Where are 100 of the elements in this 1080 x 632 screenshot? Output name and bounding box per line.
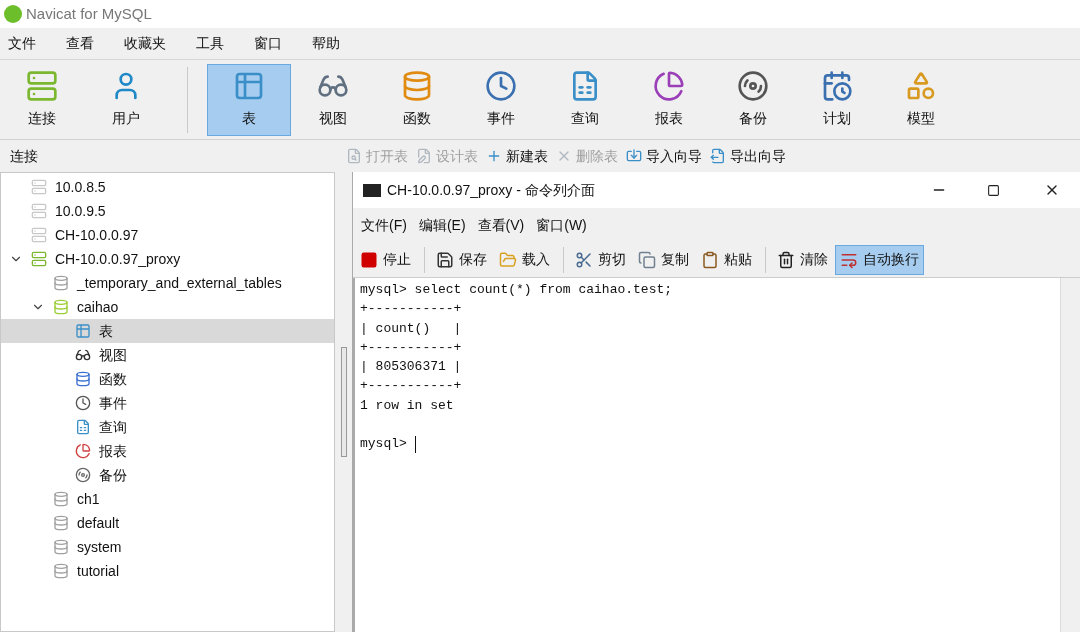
console-title: CH-10.0.0.97_proxy - 命令列介面 bbox=[387, 180, 596, 200]
menu-item[interactable]: 收藏夹 bbox=[116, 33, 174, 54]
server-icon bbox=[31, 203, 47, 219]
database-open-icon bbox=[53, 299, 69, 315]
tree-item-label: ch1 bbox=[77, 489, 100, 509]
maximize-icon[interactable] bbox=[987, 183, 1000, 197]
menu-item[interactable]: 编辑(E) bbox=[414, 214, 470, 236]
toolbar-button[interactable]: 表 bbox=[207, 63, 291, 136]
calendar-clock-icon bbox=[821, 70, 853, 102]
toolbar-button[interactable]: 视图 bbox=[291, 63, 375, 136]
action-button[interactable]: 导入向导 bbox=[626, 145, 702, 167]
tree-item[interactable]: CH-10.0.0.97 bbox=[1, 223, 334, 247]
database-icon bbox=[53, 515, 69, 531]
terminal-icon bbox=[363, 183, 381, 197]
pie-chart-icon bbox=[653, 70, 685, 102]
backup-icon bbox=[75, 467, 91, 483]
toolbar-button[interactable]: 查询 bbox=[543, 63, 627, 136]
console-line: +-----------+ bbox=[360, 338, 462, 357]
server-icon bbox=[31, 227, 47, 243]
report-icon bbox=[75, 443, 91, 459]
action-button[interactable]: 导出向导 bbox=[710, 145, 786, 167]
tree-item[interactable]: 备份 bbox=[1, 463, 334, 487]
plus-icon bbox=[486, 148, 502, 164]
toolbar-button[interactable]: 报表 bbox=[627, 63, 711, 136]
console-toolbar-button[interactable]: 自动换行 bbox=[835, 244, 924, 275]
save-icon bbox=[436, 250, 454, 269]
cut-icon bbox=[575, 250, 593, 269]
console-line: +-----------+ bbox=[360, 377, 462, 396]
tree-item[interactable]: tutorial bbox=[1, 559, 334, 583]
toolbar-button[interactable]: 函数 bbox=[375, 63, 459, 136]
tree-item-label: 10.0.8.5 bbox=[55, 177, 106, 197]
tree-item-label: 报表 bbox=[99, 441, 127, 461]
menu-item[interactable]: 窗口 bbox=[246, 33, 290, 54]
toolbar-button[interactable]: 用户 bbox=[84, 63, 168, 136]
database-icon bbox=[53, 563, 69, 579]
tree-item-label: 表 bbox=[99, 321, 113, 341]
console-line: 1 row in set bbox=[360, 396, 454, 415]
clock-icon bbox=[485, 70, 517, 102]
menu-item[interactable]: 文件(F) bbox=[357, 214, 411, 236]
menu-item[interactable]: 窗口(W) bbox=[532, 214, 591, 236]
tree-item-label: _temporary_and_external_tables bbox=[77, 273, 282, 293]
tree-item[interactable]: _temporary_and_external_tables bbox=[1, 271, 334, 295]
tree-item-label: 查询 bbox=[99, 417, 127, 437]
text-cursor bbox=[414, 435, 416, 453]
tree-item[interactable]: 10.0.8.5 bbox=[1, 175, 334, 199]
menu-item[interactable]: 文件 bbox=[0, 33, 44, 54]
console-line: mysql> select count(*) from caihao.test; bbox=[360, 280, 673, 299]
tree-item-label: 备份 bbox=[99, 465, 127, 485]
console-toolbar-button[interactable]: 载入 bbox=[494, 244, 555, 275]
shapes-icon bbox=[905, 70, 937, 102]
console-toolbar-button[interactable]: 粘贴 bbox=[696, 244, 757, 275]
tree-item[interactable]: ch1 bbox=[1, 487, 334, 511]
event-icon bbox=[75, 395, 91, 411]
console-toolbar-button[interactable]: 复制 bbox=[633, 244, 694, 275]
clipboard-icon bbox=[701, 250, 719, 269]
tree-item[interactable]: 报表 bbox=[1, 439, 334, 463]
console-toolbar-button[interactable]: 剪切 bbox=[570, 244, 631, 275]
action-button[interactable]: 新建表 bbox=[486, 145, 548, 167]
tree-item[interactable]: 查询 bbox=[1, 415, 334, 439]
menu-item[interactable]: 工具 bbox=[188, 33, 232, 54]
toolbar-button[interactable]: 模型 bbox=[879, 63, 963, 136]
disc-icon bbox=[737, 70, 769, 102]
tree-item-label: 函数 bbox=[99, 369, 127, 389]
tree-item-label: tutorial bbox=[77, 561, 120, 581]
tree-item-label: default bbox=[77, 513, 120, 533]
tree-item[interactable]: 视图 bbox=[1, 343, 334, 367]
tree-item[interactable]: system bbox=[1, 535, 334, 559]
tree-item[interactable]: 函数 bbox=[1, 367, 334, 391]
database-icon bbox=[53, 275, 69, 291]
window-title: Navicat for MySQL bbox=[26, 3, 152, 24]
database-icon bbox=[401, 70, 433, 102]
file-pen-icon bbox=[416, 148, 432, 164]
table-icon bbox=[233, 70, 265, 102]
console-line: | 805306371 | bbox=[360, 358, 462, 377]
menu-item[interactable]: 查看 bbox=[58, 33, 102, 54]
menu-item[interactable]: 查看(V) bbox=[473, 214, 529, 236]
tree-item[interactable]: default bbox=[1, 511, 334, 535]
tree-item[interactable]: caihao bbox=[1, 295, 334, 319]
tree-item[interactable]: CH-10.0.0.97_proxy bbox=[1, 247, 334, 271]
splitter-handle[interactable] bbox=[340, 347, 347, 457]
copy-icon bbox=[638, 250, 656, 269]
toolbar-button[interactable]: 事件 bbox=[459, 63, 543, 136]
folder-icon bbox=[499, 250, 517, 269]
table-icon bbox=[75, 323, 91, 339]
toolbar-button[interactable]: 备份 bbox=[711, 63, 795, 136]
tree-item[interactable]: 表 bbox=[1, 319, 334, 343]
tree-item-label: CH-10.0.0.97_proxy bbox=[55, 249, 181, 269]
trash-icon bbox=[777, 250, 795, 269]
app-logo-icon bbox=[4, 5, 22, 23]
tree-item[interactable]: 事件 bbox=[1, 391, 334, 415]
console-toolbar-button[interactable]: 停止 bbox=[355, 244, 416, 275]
console-toolbar-button[interactable]: 保存 bbox=[431, 244, 492, 275]
section-label: 连接 bbox=[9, 146, 39, 166]
toolbar-button[interactable]: 连接 bbox=[0, 63, 84, 136]
console-prompt: mysql> bbox=[360, 435, 408, 454]
database-icon bbox=[53, 491, 69, 507]
toolbar-button[interactable]: 计划 bbox=[795, 63, 879, 136]
tree-item[interactable]: 10.0.9.5 bbox=[1, 199, 334, 223]
console-toolbar-button[interactable]: 清除 bbox=[772, 244, 833, 275]
menu-item[interactable]: 帮助 bbox=[304, 33, 348, 54]
